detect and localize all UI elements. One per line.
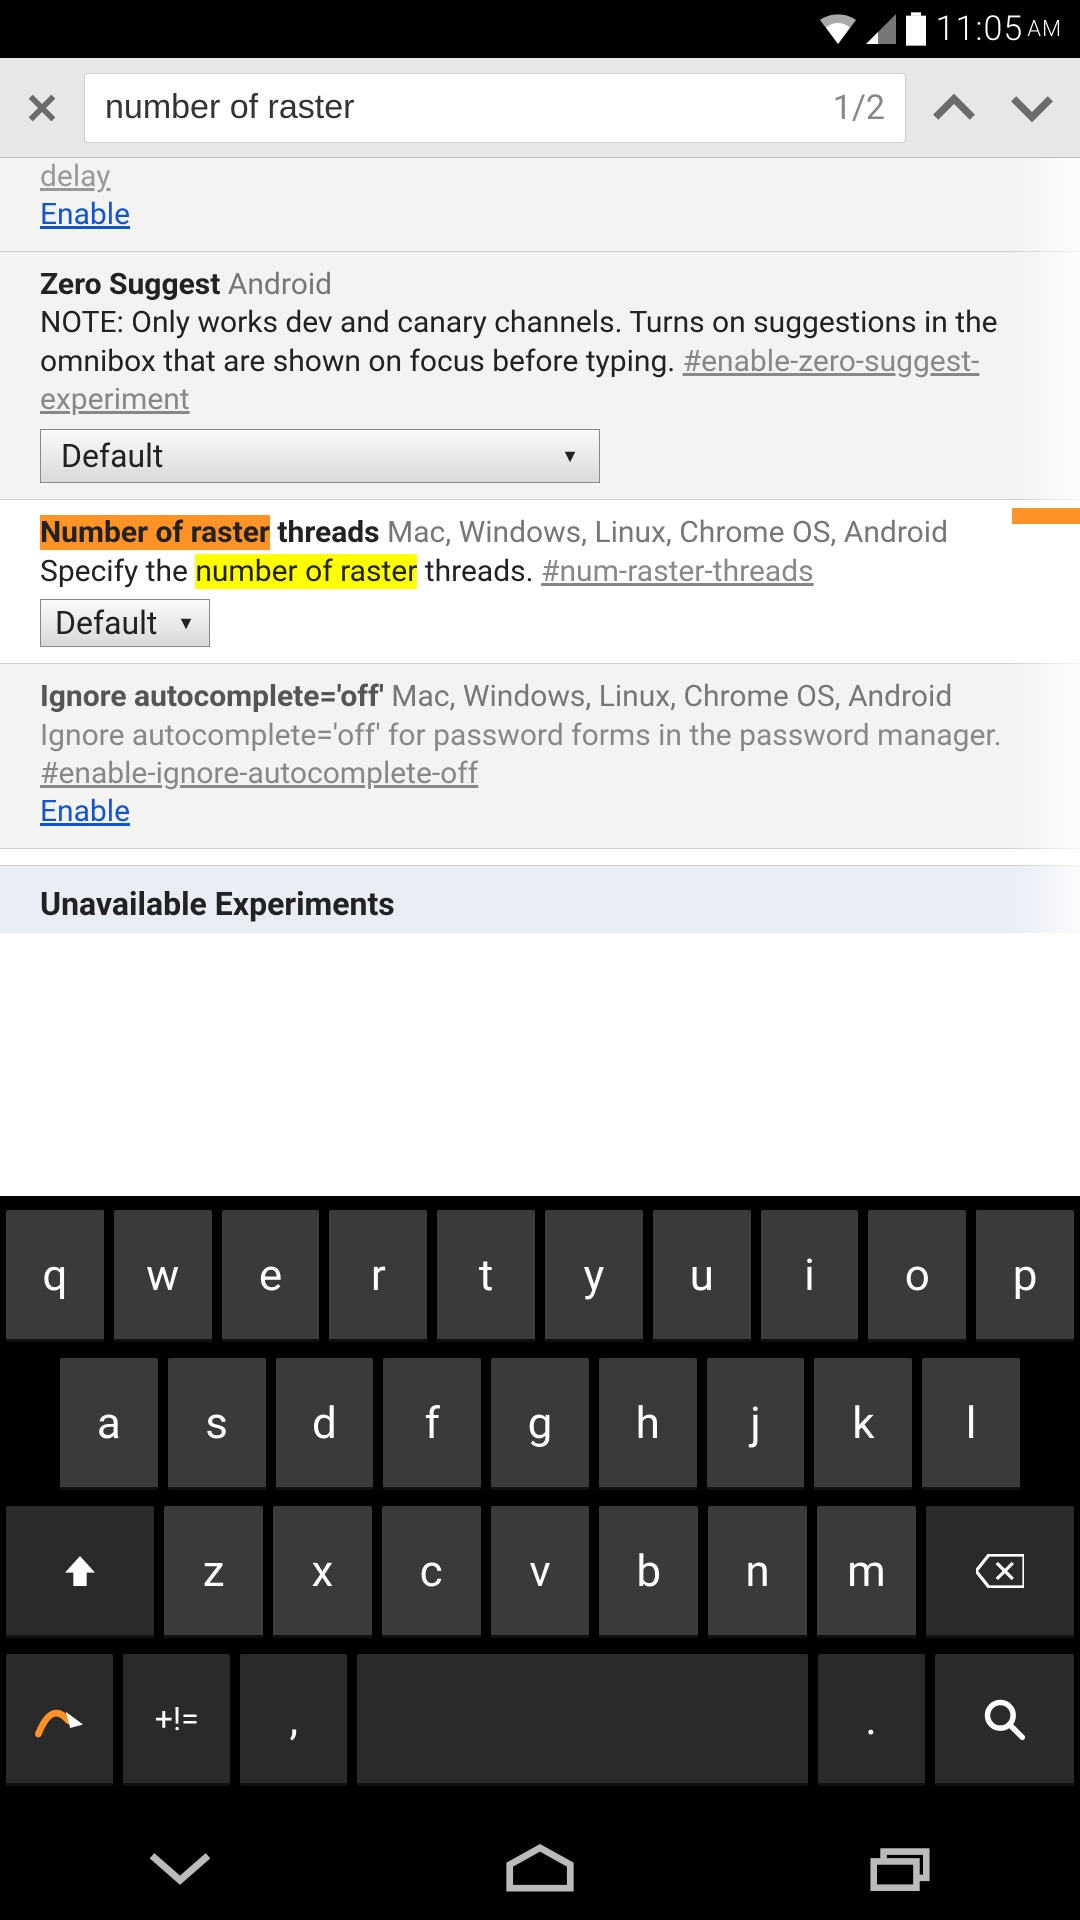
- cell-signal-icon: [866, 14, 896, 44]
- key-space[interactable]: [357, 1654, 807, 1786]
- flag-select[interactable]: Default▼: [40, 429, 600, 483]
- key-search[interactable]: [935, 1654, 1074, 1786]
- find-input-container: 1/2: [84, 73, 906, 143]
- flag-select[interactable]: Default▼: [40, 599, 210, 647]
- key-backspace[interactable]: [926, 1506, 1074, 1638]
- key-c[interactable]: c: [382, 1506, 481, 1638]
- key-b[interactable]: b: [599, 1506, 698, 1638]
- flag-description: Specify the number of raster threads. #n…: [40, 553, 1040, 591]
- key-s[interactable]: s: [168, 1358, 266, 1490]
- key-w[interactable]: w: [114, 1210, 212, 1342]
- find-counter: 1/2: [833, 88, 885, 128]
- key-h[interactable]: h: [599, 1358, 697, 1490]
- flag-hash-link[interactable]: #num-raster-threads: [541, 554, 814, 589]
- key-p[interactable]: p: [976, 1210, 1074, 1342]
- soft-keyboard: q w e r t y u i o p a s d f g h j k l z …: [0, 1196, 1080, 1816]
- flag-item-zero-suggest: Zero Suggest Android NOTE: Only works de…: [0, 252, 1080, 501]
- key-z[interactable]: z: [164, 1506, 263, 1638]
- key-symbols[interactable]: +!=: [123, 1654, 230, 1786]
- key-o[interactable]: o: [868, 1210, 966, 1342]
- key-t[interactable]: t: [437, 1210, 535, 1342]
- keyboard-row-2: a s d f g h j k l: [6, 1358, 1074, 1490]
- close-icon[interactable]: [18, 84, 66, 132]
- keyboard-row-1: q w e r t y u i o p: [6, 1210, 1074, 1342]
- enable-link[interactable]: Enable: [40, 197, 130, 232]
- nav-home-icon[interactable]: [495, 1838, 585, 1898]
- key-comma[interactable]: ,: [240, 1654, 347, 1786]
- status-time: 11:05AM: [936, 9, 1062, 49]
- key-g[interactable]: g: [491, 1358, 589, 1490]
- flag-title: Number of raster threads: [40, 515, 380, 550]
- key-n[interactable]: n: [708, 1506, 807, 1638]
- key-v[interactable]: v: [491, 1506, 590, 1638]
- key-q[interactable]: q: [6, 1210, 104, 1342]
- key-y[interactable]: y: [545, 1210, 643, 1342]
- flag-title: Ignore autocomplete='off': [40, 679, 384, 714]
- flag-description: NOTE: Only works dev and canary channels…: [40, 304, 1040, 419]
- key-k[interactable]: k: [814, 1358, 912, 1490]
- find-prev-icon[interactable]: [924, 78, 984, 138]
- nav-recent-icon[interactable]: [855, 1838, 945, 1898]
- key-swype[interactable]: [6, 1654, 113, 1786]
- flag-item-ignore-autocomplete: Ignore autocomplete='off' Mac, Windows, …: [0, 664, 1080, 849]
- key-f[interactable]: f: [383, 1358, 481, 1490]
- key-a[interactable]: a: [60, 1358, 158, 1490]
- key-u[interactable]: u: [653, 1210, 751, 1342]
- navigation-bar: [0, 1816, 1080, 1920]
- page-content[interactable]: delay Enable Zero Suggest Android NOTE: …: [0, 158, 1080, 1196]
- flag-platforms: Mac, Windows, Linux, Chrome OS, Android: [391, 679, 952, 714]
- flag-platforms: Android: [228, 267, 332, 302]
- find-match-marker: [1012, 508, 1080, 524]
- keyboard-row-4: +!= , .: [6, 1654, 1074, 1786]
- find-next-icon[interactable]: [1002, 78, 1062, 138]
- flag-item-raster-threads: Number of raster threads Mac, Windows, L…: [0, 500, 1080, 664]
- flag-item: delay Enable: [0, 158, 1080, 252]
- key-period[interactable]: .: [818, 1654, 925, 1786]
- key-d[interactable]: d: [276, 1358, 374, 1490]
- key-j[interactable]: j: [707, 1358, 805, 1490]
- key-i[interactable]: i: [761, 1210, 859, 1342]
- status-bar: 11:05AM: [0, 0, 1080, 58]
- flag-title: Zero Suggest: [40, 267, 220, 302]
- nav-back-icon[interactable]: [135, 1838, 225, 1898]
- battery-icon: [906, 12, 926, 46]
- flag-hash-link[interactable]: #enable-ignore-autocomplete-off: [40, 756, 478, 791]
- enable-link[interactable]: Enable: [40, 794, 130, 829]
- chevron-down-icon: ▼: [561, 445, 579, 468]
- flag-description: Ignore autocomplete='off' for password f…: [40, 717, 1040, 794]
- key-x[interactable]: x: [273, 1506, 372, 1638]
- find-in-page-bar: 1/2: [0, 58, 1080, 158]
- key-l[interactable]: l: [922, 1358, 1020, 1490]
- section-header: Unavailable Experiments: [0, 865, 1080, 933]
- chevron-down-icon: ▼: [177, 612, 195, 635]
- wifi-icon: [820, 14, 856, 44]
- key-e[interactable]: e: [222, 1210, 320, 1342]
- key-r[interactable]: r: [329, 1210, 427, 1342]
- key-m[interactable]: m: [817, 1506, 916, 1638]
- key-shift[interactable]: [6, 1506, 154, 1638]
- flag-platforms: Mac, Windows, Linux, Chrome OS, Android: [387, 515, 948, 550]
- find-input[interactable]: [105, 88, 833, 127]
- flag-hash-link[interactable]: delay: [40, 158, 1040, 196]
- keyboard-row-3: z x c v b n m: [6, 1506, 1074, 1638]
